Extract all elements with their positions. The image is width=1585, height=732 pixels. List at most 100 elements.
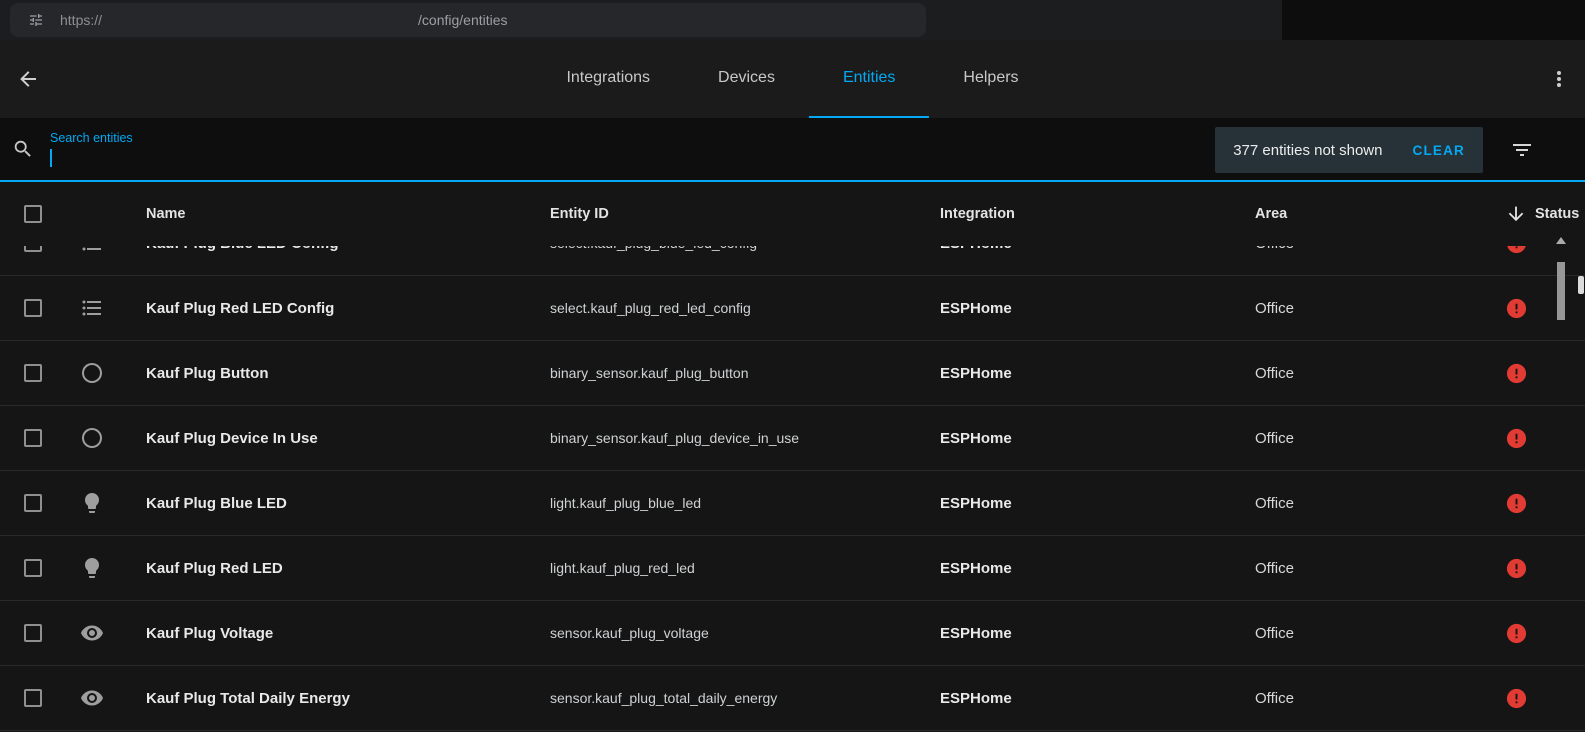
- column-header-status[interactable]: Status: [1485, 203, 1585, 225]
- entity-id: sensor.kauf_plug_total_daily_energy: [550, 690, 778, 706]
- filter-button[interactable]: [1510, 138, 1534, 162]
- url-scheme: https://: [60, 12, 103, 28]
- select-all-checkbox[interactable]: [24, 205, 42, 223]
- integration-name: ESPHome: [940, 299, 1012, 317]
- search-input[interactable]: Search entities: [50, 131, 133, 167]
- page-scrollbar-thumb[interactable]: [1578, 276, 1584, 294]
- url-path: /config/entities: [418, 12, 508, 28]
- search-input-label: Search entities: [50, 131, 133, 145]
- column-header-integration[interactable]: Integration: [940, 206, 1255, 222]
- table-row[interactable]: Kauf Plug Red LED light.kauf_plug_red_le…: [0, 536, 1585, 601]
- entity-id: sensor.kauf_plug_voltage: [550, 625, 709, 641]
- entity-name: Kauf Plug Button: [146, 364, 269, 382]
- table-header: Name Entity ID Integration Area Status: [0, 182, 1585, 246]
- status-error-icon: [1506, 623, 1527, 643]
- tab-integrations[interactable]: Integrations: [532, 40, 684, 118]
- status-error-icon: [1506, 493, 1527, 513]
- entity-id: binary_sensor.kauf_plug_button: [550, 365, 749, 381]
- status-error-icon: [1507, 246, 1526, 253]
- row-checkbox[interactable]: [24, 494, 42, 512]
- dots-vertical-icon: [1557, 71, 1561, 87]
- browser-window-shade: [1282, 0, 1585, 40]
- circle-outline-icon: [82, 363, 102, 383]
- entity-id: select.kauf_plug_red_led_config: [550, 300, 751, 316]
- integration-name: ESPHome: [940, 246, 1255, 252]
- area-name: Office: [1255, 246, 1485, 252]
- search-icon: [12, 138, 34, 160]
- row-checkbox[interactable]: [24, 689, 42, 707]
- status-error-icon: [1506, 428, 1527, 448]
- format-list-icon: [82, 300, 101, 316]
- eye-icon: [81, 625, 103, 641]
- integration-name: ESPHome: [940, 624, 1012, 642]
- entity-name: Kauf Plug Red LED Config: [146, 299, 335, 317]
- row-checkbox[interactable]: [24, 299, 42, 317]
- filter-variant-icon: [1513, 144, 1531, 156]
- entity-id: light.kauf_plug_blue_led: [550, 495, 702, 511]
- entities-table-body: Kauf Plug Blue LED Config select.kauf_pl…: [0, 246, 1585, 732]
- column-header-name[interactable]: Name: [146, 206, 550, 222]
- table-row[interactable]: Kauf Plug Device In Use binary_sensor.ka…: [0, 406, 1585, 471]
- table-scrollbar-thumb[interactable]: [1557, 262, 1565, 320]
- area-name: Office: [1255, 364, 1294, 382]
- eye-icon: [81, 690, 103, 706]
- entity-id: select.kauf_plug_blue_led_config: [550, 246, 940, 251]
- row-checkbox[interactable]: [24, 364, 42, 382]
- row-checkbox[interactable]: [24, 624, 42, 642]
- area-name: Office: [1255, 624, 1294, 642]
- sort-arrow-down-icon: [1508, 206, 1524, 222]
- lightbulb-icon: [85, 558, 99, 578]
- not-shown-count: 377 entities not shown: [1233, 141, 1383, 159]
- status-error-icon: [1506, 558, 1527, 578]
- scrollbar-up-arrow[interactable]: [1556, 237, 1566, 244]
- entity-name: Kauf Plug Device In Use: [146, 429, 318, 447]
- integration-name: ESPHome: [940, 364, 1012, 382]
- table-row[interactable]: Kauf Plug Voltage sensor.kauf_plug_volta…: [0, 601, 1585, 666]
- format-list-icon: [82, 247, 101, 251]
- row-checkbox[interactable]: [24, 246, 42, 252]
- table-row[interactable]: Kauf Plug Total Daily Energy sensor.kauf…: [0, 666, 1585, 731]
- site-settings-icon[interactable]: [28, 12, 44, 28]
- config-tabs: Integrations Devices Entities Helpers: [532, 40, 1052, 118]
- entity-id: binary_sensor.kauf_plug_device_in_use: [550, 430, 800, 446]
- integration-name: ESPHome: [940, 559, 1012, 577]
- clear-filters-button[interactable]: CLEAR: [1413, 143, 1466, 158]
- arrow-left-icon: [20, 71, 36, 87]
- table-row[interactable]: Kauf Plug Blue LED light.kauf_plug_blue_…: [0, 471, 1585, 536]
- entity-name: Kauf Plug Total Daily Energy: [146, 689, 350, 707]
- area-name: Office: [1255, 494, 1294, 512]
- tab-entities[interactable]: Entities: [808, 40, 930, 118]
- row-checkbox[interactable]: [24, 429, 42, 447]
- integration-name: ESPHome: [940, 429, 1012, 447]
- lightbulb-icon: [85, 493, 99, 513]
- circle-outline-icon: [82, 428, 102, 448]
- entity-name: Kauf Plug Blue LED Config: [146, 246, 550, 252]
- overflow-menu-button[interactable]: [1547, 67, 1571, 91]
- integration-name: ESPHome: [940, 494, 1012, 512]
- area-name: Office: [1255, 429, 1294, 447]
- column-header-entity-id[interactable]: Entity ID: [550, 206, 940, 222]
- integration-name: ESPHome: [940, 689, 1012, 707]
- back-button[interactable]: [16, 67, 40, 91]
- area-name: Office: [1255, 689, 1294, 707]
- status-error-icon: [1506, 688, 1527, 708]
- entity-name: Kauf Plug Voltage: [146, 624, 274, 642]
- address-bar[interactable]: https:// /config/entities: [10, 3, 926, 37]
- entity-name: Kauf Plug Blue LED: [146, 494, 287, 512]
- text-caret: [50, 149, 52, 167]
- config-header: Integrations Devices Entities Helpers: [0, 40, 1585, 118]
- entity-id: light.kauf_plug_red_led: [550, 560, 695, 576]
- table-row[interactable]: Kauf Plug Red LED Config select.kauf_plu…: [0, 276, 1585, 341]
- tab-helpers[interactable]: Helpers: [929, 40, 1052, 118]
- table-row[interactable]: Kauf Plug Blue LED Config select.kauf_pl…: [0, 246, 1585, 276]
- status-error-icon: [1506, 363, 1527, 383]
- row-checkbox[interactable]: [24, 559, 42, 577]
- table-row[interactable]: Kauf Plug Button binary_sensor.kauf_plug…: [0, 341, 1585, 406]
- area-name: Office: [1255, 559, 1294, 577]
- column-header-area[interactable]: Area: [1255, 206, 1485, 222]
- entity-name: Kauf Plug Red LED: [146, 559, 283, 577]
- search-bar: Search entities 377 entities not shown C…: [0, 118, 1585, 182]
- tab-devices[interactable]: Devices: [684, 40, 809, 118]
- status-error-icon: [1506, 298, 1527, 318]
- entities-not-shown-chip: 377 entities not shown CLEAR: [1215, 127, 1483, 173]
